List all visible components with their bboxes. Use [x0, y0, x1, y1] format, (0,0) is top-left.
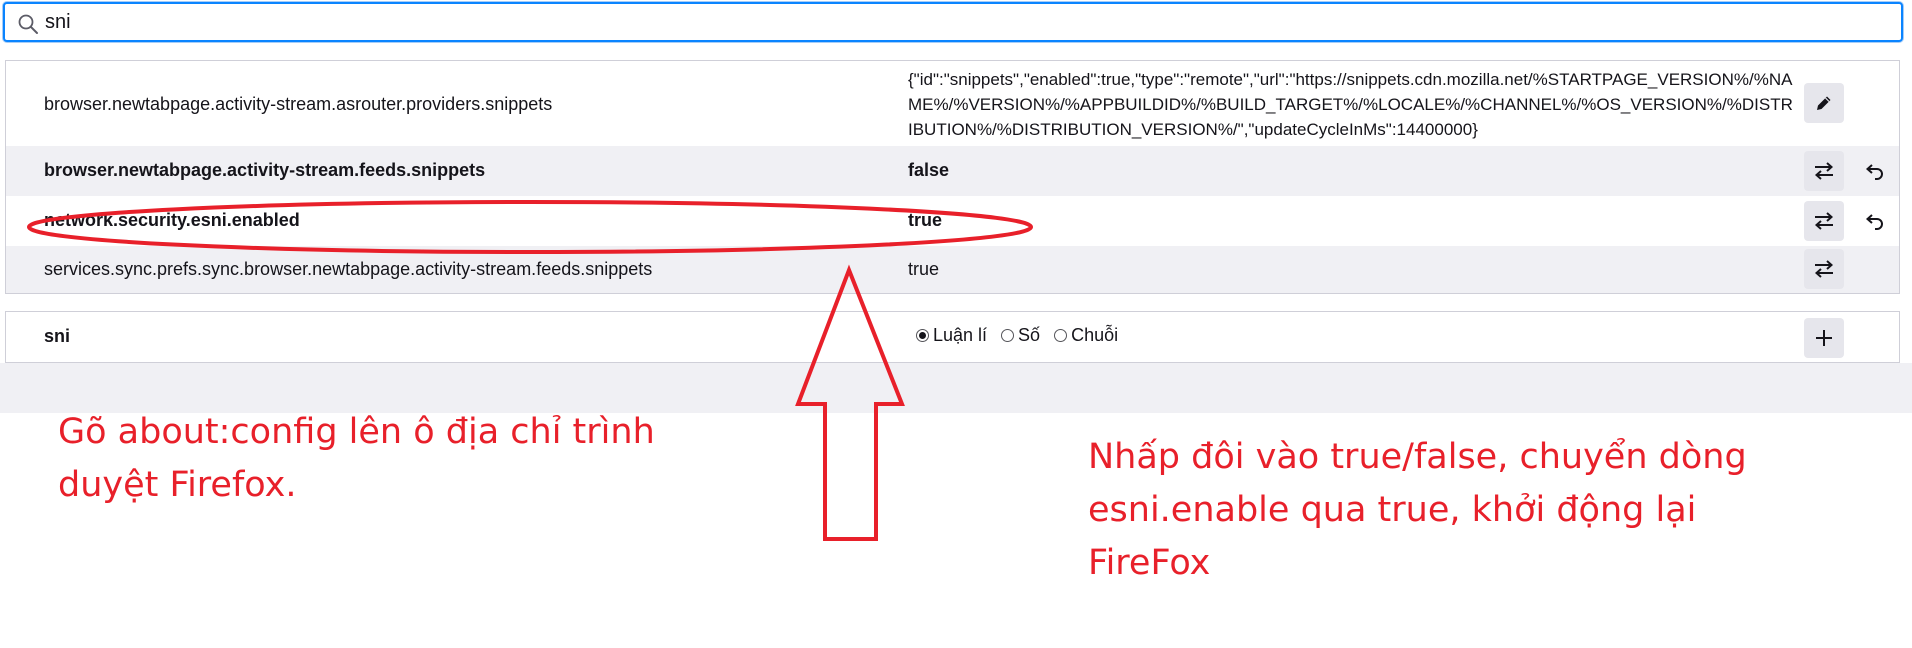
pref-value[interactable]: true	[908, 210, 942, 231]
reset-button[interactable]	[1854, 201, 1894, 241]
pref-row[interactable]: browser.newtabpage.activity-stream.asrou…	[6, 61, 1899, 146]
pref-value[interactable]: false	[908, 160, 949, 181]
pref-row[interactable]: network.security.esni.enabled true	[6, 196, 1899, 246]
radio-boolean[interactable]: Luận lí	[916, 325, 987, 346]
radio-string[interactable]: Chuỗi	[1054, 325, 1118, 346]
pref-row[interactable]: browser.newtabpage.activity-stream.feeds…	[6, 146, 1899, 196]
pencil-icon	[1817, 96, 1831, 110]
toggle-icon	[1814, 260, 1834, 278]
search-input[interactable]	[45, 8, 1885, 36]
prefs-table: browser.newtabpage.activity-stream.asrou…	[5, 60, 1900, 294]
new-pref-name: sni	[44, 326, 71, 346]
edit-button[interactable]	[1804, 83, 1844, 123]
add-button[interactable]	[1804, 318, 1844, 358]
new-pref-row: sni Luận lí Số Chuỗi	[5, 311, 1900, 363]
reset-icon	[1865, 214, 1883, 230]
reset-button[interactable]	[1854, 151, 1894, 191]
radio-button[interactable]	[1054, 329, 1068, 342]
radio-button-checked[interactable]	[916, 329, 929, 342]
search-bar[interactable]	[3, 2, 1903, 42]
radio-label: Chuỗi	[1071, 325, 1119, 345]
pref-name: network.security.esni.enabled	[44, 210, 300, 230]
pref-row[interactable]: services.sync.prefs.sync.browser.newtabp…	[6, 246, 1899, 293]
pref-type-radio-group: Luận lí Số Chuỗi	[916, 325, 1132, 346]
search-icon	[18, 14, 38, 34]
reset-icon	[1865, 164, 1883, 180]
radio-button[interactable]	[1001, 329, 1015, 342]
toggle-button[interactable]	[1804, 249, 1844, 289]
toggle-button[interactable]	[1804, 201, 1844, 241]
pref-name: services.sync.prefs.sync.browser.newtabp…	[44, 259, 653, 279]
toggle-icon	[1814, 162, 1834, 180]
radio-label: Luận lí	[933, 325, 988, 345]
pref-value[interactable]: {"id":"snippets","enabled":true,"type":"…	[908, 67, 1793, 142]
annotation-right: Nhấp đôi vào true/false, chuyển dòng esn…	[1088, 437, 1747, 583]
pref-name: browser.newtabpage.activity-stream.feeds…	[44, 160, 486, 180]
about-config-page: browser.newtabpage.activity-stream.asrou…	[0, 0, 1912, 648]
toggle-button[interactable]	[1804, 151, 1844, 191]
annotation-left: Gõ about:config lên ô địa chỉ trình duyệ…	[58, 412, 655, 505]
plus-icon	[1816, 330, 1832, 346]
toggle-icon	[1814, 212, 1834, 230]
pref-value[interactable]: true	[908, 259, 939, 280]
pref-name: browser.newtabpage.activity-stream.asrou…	[44, 94, 553, 114]
radio-label: Số	[1018, 325, 1041, 345]
radio-number[interactable]: Số	[1001, 325, 1040, 346]
